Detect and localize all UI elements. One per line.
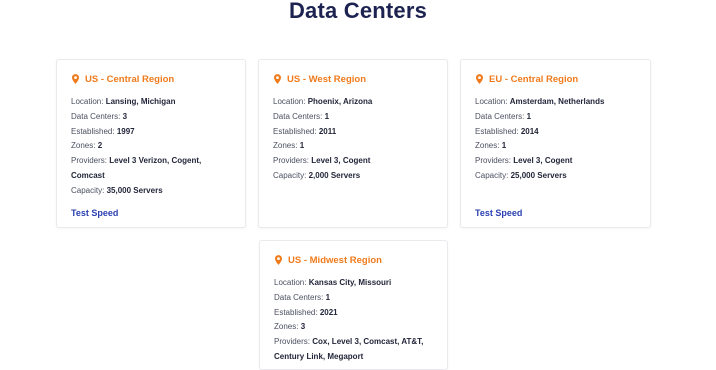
data-centers-label: Data Centers:: [273, 111, 323, 121]
capacity-value: 25,000 Servers: [510, 170, 567, 180]
location-row: Location: Lansing, Michigan: [71, 95, 231, 110]
zones-value: 3: [300, 322, 306, 332]
data-centers-value: 3: [122, 111, 128, 121]
zones-label: Zones:: [475, 141, 500, 151]
capacity-row: Capacity: 25,000 Servers: [475, 169, 636, 184]
providers-value: Level 3, Cogent: [513, 156, 573, 166]
providers-value: Level 3, Cogent: [311, 156, 371, 166]
datacenter-card-eu-central: EU - Central Region Location: Amsterdam,…: [460, 59, 651, 228]
providers-row: Providers: Level 3 Verizon, Cogent, Comc…: [71, 154, 231, 184]
capacity-row: Capacity: 2,000 Servers: [273, 169, 433, 184]
map-pin-icon: [275, 255, 282, 265]
zones-label: Zones:: [71, 141, 96, 151]
established-value: 2021: [319, 307, 338, 317]
data-centers-value: 1: [324, 111, 330, 121]
data-centers-label: Data Centers:: [71, 111, 121, 121]
data-centers-value: 1: [325, 292, 331, 302]
page-title: Data Centers: [288, 0, 428, 23]
datacenter-card-us-west: US - West Region Location: Phoenix, Ariz…: [258, 59, 448, 228]
data-centers-row: Data Centers: 1: [475, 110, 636, 125]
location-label: Location:: [475, 97, 508, 106]
map-pin-icon: [72, 74, 79, 84]
location-value: Kansas City, Missouri: [308, 278, 392, 287]
location-row: Location: Amsterdam, Netherlands: [475, 95, 636, 110]
map-pin-icon: [476, 74, 483, 84]
location-row: Location: Kansas City, Missouri: [274, 276, 433, 291]
location-value: Lansing, Michigan: [105, 97, 176, 106]
test-speed-link[interactable]: Test Speed: [475, 208, 522, 218]
providers-row: Providers: Cox, Level 3, Comcast, AT&T, …: [274, 335, 433, 365]
location-row: Location: Phoenix, Arizona: [273, 95, 433, 110]
established-value: 1997: [116, 126, 135, 136]
zones-row: Zones: 1: [475, 139, 636, 154]
zones-row: Zones: 2: [71, 139, 231, 154]
region-name: EU - Central Region: [489, 73, 579, 85]
established-label: Established:: [274, 307, 318, 317]
location-label: Location:: [71, 97, 104, 106]
data-centers-label: Data Centers:: [475, 111, 525, 121]
zones-row: Zones: 1: [273, 139, 433, 154]
providers-label: Providers:: [274, 337, 311, 347]
established-row: Established: 2014: [475, 125, 636, 140]
region-name: US - Midwest Region: [288, 254, 382, 266]
test-speed-link[interactable]: Test Speed: [71, 208, 118, 218]
datacenter-card-us-central: US - Central Region Location: Lansing, M…: [56, 59, 246, 228]
zones-value: 1: [501, 141, 507, 151]
zones-value: 1: [299, 141, 305, 151]
providers-label: Providers:: [273, 156, 310, 166]
providers-row: Providers: Level 3, Cogent: [273, 154, 433, 169]
capacity-label: Capacity:: [71, 185, 105, 195]
data-centers-row: Data Centers: 1: [273, 110, 433, 125]
location-value: Phoenix, Arizona: [307, 97, 373, 106]
card-header: US - Midwest Region: [274, 253, 433, 267]
established-label: Established:: [475, 126, 519, 136]
data-centers-row: Data Centers: 1: [274, 291, 433, 306]
card-header: EU - Central Region: [475, 72, 636, 86]
location-value: Amsterdam, Netherlands: [509, 97, 605, 106]
location-label: Location:: [274, 278, 307, 287]
established-label: Established:: [273, 126, 317, 136]
established-label: Established:: [71, 126, 115, 136]
location-label: Location:: [273, 97, 306, 106]
zones-value: 2: [97, 141, 103, 151]
established-row: Established: 2011: [273, 125, 433, 140]
capacity-label: Capacity:: [273, 170, 307, 180]
established-row: Established: 1997: [71, 125, 231, 140]
providers-label: Providers:: [71, 156, 108, 166]
established-row: Established: 2021: [274, 306, 433, 321]
region-name: US - Central Region: [85, 73, 175, 85]
data-centers-row: Data Centers: 3: [71, 110, 231, 125]
capacity-label: Capacity:: [475, 170, 509, 180]
card-header: US - Central Region: [71, 72, 231, 86]
zones-label: Zones:: [273, 141, 298, 151]
zones-row: Zones: 3: [274, 320, 433, 335]
established-value: 2011: [318, 126, 337, 136]
capacity-row: Capacity: 35,000 Servers: [71, 184, 231, 199]
capacity-value: 2,000 Servers: [308, 170, 361, 180]
datacenter-card-us-midwest: US - Midwest Region Location: Kansas Cit…: [259, 240, 448, 370]
region-name: US - West Region: [287, 73, 366, 85]
providers-row: Providers: Level 3, Cogent: [475, 154, 636, 169]
capacity-value: 35,000 Servers: [106, 185, 163, 195]
data-centers-label: Data Centers:: [274, 292, 324, 302]
card-header: US - West Region: [273, 72, 433, 86]
established-value: 2014: [520, 126, 539, 136]
providers-label: Providers:: [475, 156, 512, 166]
data-centers-value: 1: [526, 111, 532, 121]
map-pin-icon: [274, 74, 281, 84]
zones-label: Zones:: [274, 322, 299, 332]
